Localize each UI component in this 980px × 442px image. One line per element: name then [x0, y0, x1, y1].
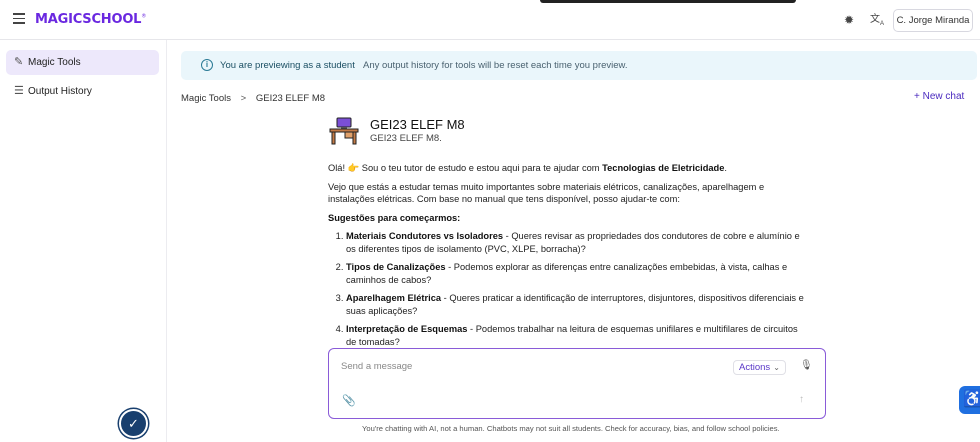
- list-item: Materiais Condutores vs Isoladores - Que…: [346, 230, 808, 255]
- logo[interactable]: MAGICSCHOOL®: [35, 12, 146, 27]
- greeting-topic: Tecnologias de Eletricidade: [602, 163, 725, 173]
- sidebar-item-label: Output History: [28, 86, 92, 97]
- message-composer: Actions ⌄ 🎙 📎 ↑: [328, 348, 826, 419]
- greeting-text: Olá! 👉 Sou o teu tutor de estudo e estou…: [328, 163, 603, 173]
- send-arrow-icon[interactable]: ↑: [799, 394, 804, 405]
- new-chat-label: New chat: [922, 91, 965, 102]
- user-menu-button[interactable]: C. Jorge Miranda: [893, 9, 973, 32]
- suggestion-title: Tipos de Canalizações: [346, 262, 446, 272]
- theme-icon[interactable]: ✹: [841, 12, 857, 28]
- suggestions-heading-text: Sugestões para começarmos:: [328, 212, 461, 223]
- magic-wand-icon: ✎: [14, 56, 24, 68]
- tool-title: GEI23 ELEF M8: [370, 117, 465, 132]
- suggestions-list: Materiais Condutores vs Isoladores - Que…: [328, 230, 808, 348]
- banner-subtitle: Any output history for tools will be res…: [362, 60, 628, 71]
- banner-title: You are previewing as a student: [220, 60, 355, 71]
- window-notch: [540, 0, 796, 3]
- breadcrumb-current: GEI23 ELEF M8: [255, 93, 326, 104]
- menu-icon[interactable]: [13, 13, 25, 25]
- actions-dropdown[interactable]: Actions ⌄: [733, 360, 786, 375]
- top-bar: MAGICSCHOOL® ✹ 文A C. Jorge Miranda: [0, 0, 980, 40]
- list-item: Tipos de Canalizações - Podemos explorar…: [346, 261, 808, 286]
- suggestions-heading: Sugestões para começarmos:: [328, 212, 808, 225]
- plus-icon: +: [914, 91, 923, 102]
- sidebar-item-output-history[interactable]: ☰ Output History: [6, 79, 159, 104]
- chevron-down-icon: ⌄: [773, 363, 780, 372]
- attachment-icon[interactable]: 📎: [342, 394, 356, 407]
- tool-subtitle: GEI23 ELEF M8.: [370, 133, 442, 144]
- ai-disclaimer: You're chatting with AI, not a human. Ch…: [362, 424, 780, 433]
- accessibility-icon[interactable]: ♿: [959, 386, 980, 414]
- list-item: Interpretação de Esquemas - Podemos trab…: [346, 323, 808, 348]
- suggestion-title: Materiais Condutores vs Isoladores: [346, 231, 504, 241]
- assistant-message: Olá! 👉 Sou o teu tutor de estudo e estou…: [328, 162, 808, 354]
- sidebar-item-label: Magic Tools: [28, 57, 81, 68]
- greeting-end: .: [724, 163, 727, 173]
- preview-banner: i You are previewing as a student Any ou…: [181, 51, 977, 80]
- sidebar-item-magic-tools[interactable]: ✎ Magic Tools: [6, 50, 159, 75]
- main-content: i You are previewing as a student Any ou…: [167, 40, 980, 442]
- logo-text: MAGICSCHOOL: [35, 12, 142, 27]
- chevron-right-icon: >: [240, 93, 247, 104]
- message-greeting: Olá! 👉 Sou o teu tutor de estudo e estou…: [328, 162, 808, 175]
- list-item: Aparelhagem Elétrica - Queres praticar a…: [346, 292, 808, 317]
- new-chat-button[interactable]: + New chat: [914, 91, 964, 102]
- message-intro: Vejo que estás a estudar temas muito imp…: [328, 181, 765, 205]
- breadcrumb: Magic Tools > GEI23 ELEF M8: [181, 93, 325, 104]
- actions-label: Actions: [739, 362, 771, 373]
- sidebar: ✎ Magic Tools ☰ Output History: [0, 40, 167, 442]
- message-input[interactable]: [341, 358, 721, 374]
- suggestion-title: Aparelhagem Elétrica: [346, 293, 442, 303]
- suggestion-title: Interpretação de Esquemas: [346, 324, 468, 334]
- history-list-icon: ☰: [14, 85, 24, 97]
- desk-icon: [329, 117, 359, 145]
- breadcrumb-root[interactable]: Magic Tools: [181, 93, 231, 104]
- logo-mark: ®: [141, 13, 147, 20]
- help-checklist-icon[interactable]: ✓: [119, 409, 148, 438]
- info-icon: i: [201, 59, 213, 71]
- translate-icon[interactable]: 文A: [869, 12, 885, 28]
- microphone-icon[interactable]: 🎙: [800, 360, 813, 371]
